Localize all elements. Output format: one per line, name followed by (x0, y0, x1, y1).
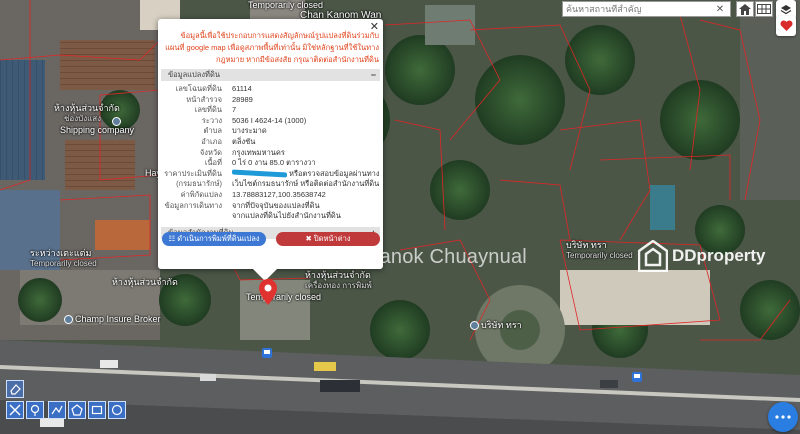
map-label-temporarily-closed-pin: Temporarily closed (246, 292, 322, 302)
location-pin-icon[interactable] (259, 279, 277, 305)
popup-close-icon[interactable]: ✕ (370, 20, 379, 33)
table-row: (กรมธนารักษ์) เว็บไซต์กรมธนารักษ์ หรือติด… (176, 179, 380, 190)
search-box[interactable]: ✕ (562, 1, 731, 17)
home-button[interactable] (736, 1, 754, 17)
table-row: ระวาง 5036 I 4624-14 (1000) (201, 115, 307, 125)
circle-icon (111, 404, 123, 416)
popup-actions: ☷ ดำเนินการพิมพ์ที่ดินแปลงสำหรับรูปตรวจ … (162, 232, 380, 257)
more-icon (775, 415, 791, 419)
photographer-watermark: Chatchanok Chuaynual (315, 246, 527, 268)
directions-from-current-link[interactable]: จากที่ปัจจุบันของแปลงที่ดิน (232, 201, 380, 212)
redacted-mark (232, 169, 287, 178)
table-row: หน้าสำรวจ 28989 (186, 94, 253, 104)
treasury-link[interactable]: เว็บไซต์กรมธนารักษ์ หรือติดต่อสำนักงานที… (232, 179, 380, 190)
more-options-button[interactable] (768, 402, 798, 432)
disclaimer-text: ข้อมูลนี้เพื่อใช้ประกอบการแสดงสัญลักษณ์ร… (165, 31, 379, 64)
map-label-temporarily-closed-top: Temporarily closed (248, 0, 324, 10)
circle-tool-button[interactable] (108, 401, 126, 419)
table-row: เลขที่ดิน 7 (194, 105, 237, 115)
rectangle-icon (91, 405, 103, 415)
table-row: จากแปลงที่ดินไปยังสำนักงานที่ดิน (164, 211, 380, 222)
eraser-button[interactable] (6, 380, 24, 398)
map-label-shop-center[interactable]: ห้างหุ้นส่วนจำกัด เครื่องทอง การพิมพ์ (305, 270, 372, 291)
polyline-icon (51, 405, 63, 415)
rectangle-tool-button[interactable] (88, 401, 106, 419)
home-icon (739, 3, 751, 15)
pin-tool-button[interactable] (26, 401, 44, 419)
move-icon (9, 404, 21, 416)
map-label-rachdaphisek[interactable]: ระหว่างเตะแต่ม Temporarily closed (30, 248, 97, 269)
table-row: ตำบล บางระมาด (203, 126, 267, 136)
map-grid-icon (757, 4, 771, 14)
table-row: ค่าพิกัดแปลง 13.78883127,100.35638742 (164, 190, 380, 201)
polygon-icon (71, 404, 83, 416)
map-type-button[interactable] (755, 1, 773, 17)
satellite-map[interactable]: Temporarily closed Chan Kanom Wan ห้างหุ… (0, 0, 800, 434)
search-input[interactable] (563, 4, 713, 14)
map-label-champ-insure[interactable]: Champ Insure Broker (64, 314, 161, 325)
close-window-button[interactable]: ✖ ปิดหน้าต่าง (276, 232, 380, 246)
polygon-tool-button[interactable] (68, 401, 86, 419)
section-parcel-info-header[interactable]: ข้อมูลแปลงที่ดิน − (161, 69, 380, 81)
poi-marker-left[interactable] (112, 116, 123, 127)
print-parcel-button[interactable]: ☷ ดำเนินการพิมพ์ที่ดินแปลงสำหรับรูปตรวจ (162, 232, 266, 257)
map-label-shop-bottom[interactable]: ห้างหุ้นส่วนจำกัด (112, 277, 178, 287)
heart-icon (779, 20, 793, 31)
bus-stop-icon[interactable] (262, 348, 272, 360)
directions-to-office-link[interactable]: จากแปลงที่ดินไปยังสำนักงานที่ดิน (232, 211, 380, 222)
layers-icon (780, 5, 792, 15)
table-row: เนื้อที่ 0 ไร่ 0 งาน 85.0 ตารางวา (204, 158, 316, 168)
table-row: ข้อมูลการเดินทาง จากที่ปัจจุบันของแปลงที่… (164, 201, 380, 212)
table-row: เลขโฉนดที่ดิน 61114 (175, 84, 252, 93)
map-imagery (0, 0, 800, 434)
table-row: อำเภอ ตลิ่งชัน (201, 136, 256, 146)
land-parcel-popup: ✕ ข้อมูลนี้เพื่อใช้ประกอบการแสดงสัญลักษณ… (158, 19, 383, 281)
parcel-info-table: เลขโฉนดที่ดิน 61114 หน้าสำรวจ 28989 เลขที่… (164, 84, 380, 222)
bus-stop-icon[interactable] (632, 372, 642, 384)
table-row: ราคาประเมินที่ดิน หรือตรวจสอบข้อมูลผ่านท… (164, 168, 380, 178)
coordinate-link[interactable]: 13.78883127,100.35638742 (232, 190, 380, 201)
map-label-shipping-company: Shipping company (60, 125, 135, 135)
brand-watermark: DDproperty (638, 240, 766, 272)
map-label-shop-left[interactable]: ห้างหุ้นส่วนจำกัด ช่องบังแสง (54, 103, 120, 124)
move-tool-button[interactable] (6, 401, 24, 419)
eraser-icon (10, 384, 21, 395)
collapse-icon[interactable]: − (371, 69, 376, 81)
map-label-company-bottom-right[interactable]: บริษัท ทรา (470, 320, 522, 331)
favorite-button[interactable] (776, 16, 796, 36)
map-label-company-right[interactable]: บริษัท ทรา Temporarily closed (566, 240, 633, 261)
close-icon[interactable]: ✕ (713, 4, 727, 15)
pin-icon (30, 404, 40, 416)
polyline-tool-button[interactable] (48, 401, 66, 419)
ddproperty-logo-icon (638, 240, 668, 272)
table-row: จังหวัด กรุงเทพมหานคร (199, 147, 285, 157)
